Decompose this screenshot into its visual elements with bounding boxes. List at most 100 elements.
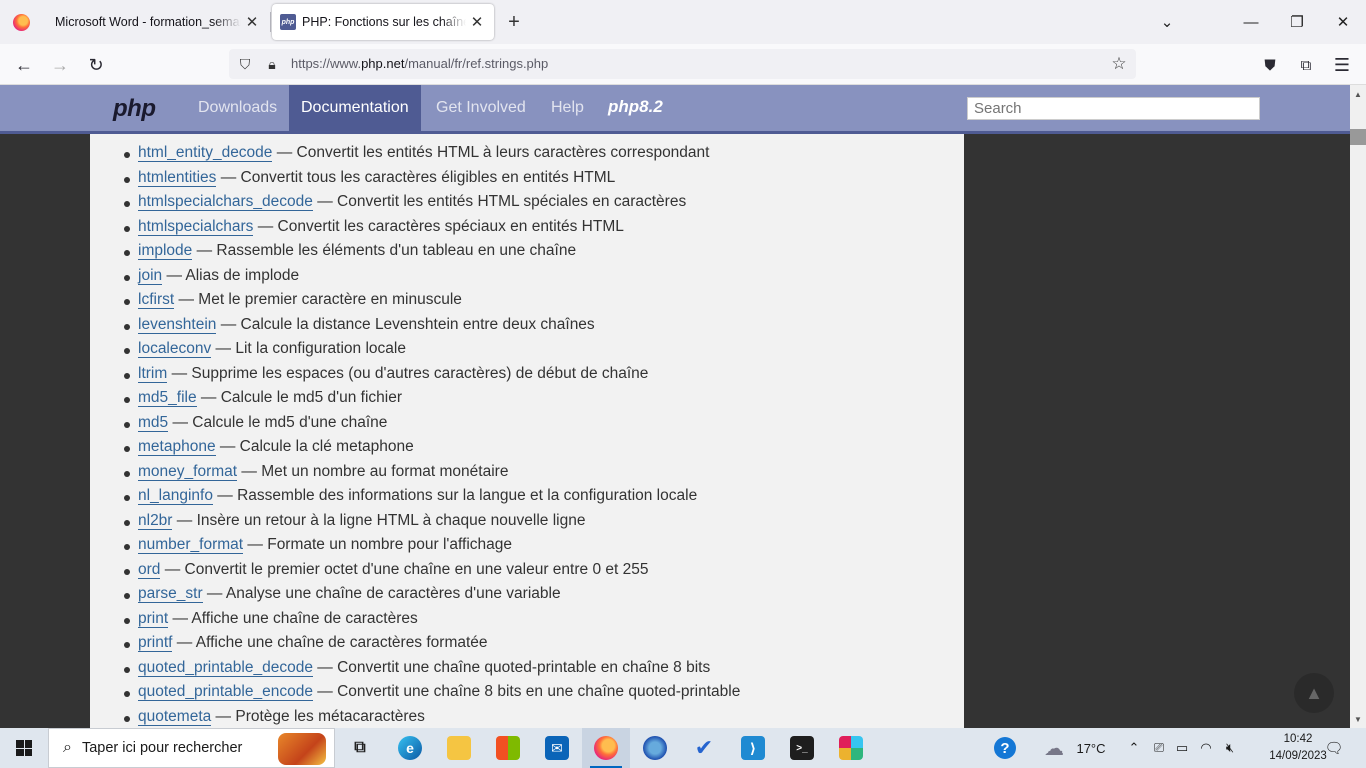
file-explorer-app[interactable] [435, 728, 483, 768]
terminal-app[interactable]: >_ [778, 728, 826, 768]
nav-help[interactable]: Help [539, 85, 596, 131]
function-link[interactable]: md5_file [138, 389, 197, 407]
function-link[interactable]: nl_langinfo [138, 487, 213, 505]
function-link[interactable]: printf [138, 634, 173, 652]
wifi-icon[interactable]: ◠ [1196, 728, 1216, 768]
windows-taskbar: ⌕ Taper ici pour rechercher ⧉ e ✉ ✔ ⟩ >_… [0, 728, 1366, 768]
list-item: quotemeta — Protège les métacaractères [90, 705, 964, 729]
minimize-button[interactable]: — [1228, 0, 1274, 44]
vertical-scrollbar[interactable]: ▲ ▼ [1350, 85, 1366, 728]
close-window-button[interactable]: ✕ [1320, 0, 1366, 44]
chevron-up-icon[interactable]: ⌃ [1126, 728, 1142, 768]
extensions-icon[interactable]: ⧉ [1291, 50, 1321, 80]
firefox-menu-button[interactable] [0, 0, 42, 44]
list-item: quoted_printable_encode — Convertit une … [90, 680, 964, 705]
clock[interactable]: 10:42 14/09/2023 [1268, 731, 1328, 765]
browser-navbar: ← → ↻ ⛉ 🔒︎ https://www.php.net/manual/fr… [0, 44, 1366, 85]
function-description: — Protège les métacaractères [211, 707, 425, 725]
function-link[interactable]: quoted_printable_encode [138, 683, 313, 701]
list-item: print — Affiche une chaîne de caractères [90, 607, 964, 632]
weather-cloud-icon[interactable]: ☁ [1038, 728, 1070, 768]
list-item: levenshtein — Calcule la distance Levens… [90, 313, 964, 338]
pocket-icon[interactable]: ⛊ [1255, 50, 1285, 80]
help-icon[interactable]: ? [990, 728, 1020, 768]
function-link[interactable]: md5 [138, 413, 169, 432]
scroll-to-top-button[interactable]: ▲ [1294, 673, 1334, 713]
function-description: — Rassemble les éléments d'un tableau en… [192, 242, 577, 259]
function-description: — Rassemble des informations sur la lang… [212, 487, 698, 504]
scrollbar-thumb[interactable] [1350, 129, 1366, 145]
function-link[interactable]: number_format [138, 536, 244, 554]
list-item: ltrim — Supprime les espaces (ou d'autre… [90, 362, 964, 387]
close-icon[interactable]: ✕ [241, 11, 263, 33]
function-link[interactable]: ltrim [138, 364, 168, 383]
firefox-dev-app[interactable] [631, 728, 679, 768]
back-arrow-icon[interactable]: ← [9, 50, 39, 80]
weather-temperature[interactable]: 17°C [1071, 728, 1111, 768]
function-link[interactable]: htmlspecialchars [138, 217, 254, 236]
start-button[interactable] [0, 728, 48, 768]
mail-app[interactable]: ✉ [533, 728, 581, 768]
function-description: — Insère un retour à la ligne HTML à cha… [172, 511, 586, 529]
function-link[interactable]: ord [138, 560, 161, 579]
function-link[interactable]: join [138, 266, 163, 285]
function-link[interactable]: money_format [138, 462, 238, 481]
shield-icon[interactable]: ⛉ [235, 54, 255, 74]
nav-documentation[interactable]: Documentation [289, 85, 421, 131]
store-app[interactable] [484, 728, 532, 768]
url-bar[interactable]: ⛉ 🔒︎ https://www.php.net/manual/fr/ref.s… [229, 49, 1136, 79]
function-link[interactable]: html_entity_decode [138, 144, 273, 162]
nav-get-involved[interactable]: Get Involved [424, 85, 538, 131]
url-text[interactable]: https://www.php.net/manual/fr/ref.string… [291, 56, 548, 71]
function-link[interactable]: quoted_printable_decode [138, 658, 313, 677]
function-link[interactable]: htmlentities [138, 168, 217, 187]
firefox-app[interactable] [582, 728, 630, 768]
function-description: — Calcule la clé metaphone [215, 438, 414, 455]
bookmark-star-icon[interactable]: ☆ [1109, 54, 1129, 74]
list-tabs-chevron-down-icon[interactable]: ⌄ [1144, 0, 1190, 44]
restore-button[interactable]: ❐ [1274, 0, 1320, 44]
function-description: — Met un nombre au format monétaire [237, 462, 509, 480]
function-description: — Calcule le md5 d'un fichier [196, 389, 403, 406]
notifications-icon[interactable]: 🗨︎ [1322, 728, 1346, 768]
lock-icon[interactable]: 🔒︎ [262, 54, 282, 74]
task-view-button[interactable]: ⧉ [336, 728, 384, 768]
vscode-app[interactable]: ⟩ [729, 728, 777, 768]
taskbar-search-box[interactable]: ⌕ Taper ici pour rechercher [48, 728, 335, 768]
function-link[interactable]: implode [138, 242, 193, 260]
php-logo[interactable]: php [113, 95, 156, 123]
scroll-down-arrow-icon[interactable]: ▼ [1350, 712, 1366, 726]
search-input[interactable] [967, 97, 1260, 120]
slack-app[interactable] [827, 728, 875, 768]
hamburger-menu-icon[interactable]: ☰ [1327, 50, 1357, 80]
function-link[interactable]: levenshtein [138, 315, 217, 334]
close-icon[interactable]: ✕ [466, 11, 488, 33]
php-version-logo[interactable]: php8.2 [608, 97, 663, 117]
meet-now-icon[interactable]: ⎚ [1150, 728, 1168, 768]
list-item: md5_file — Calcule le md5 d'un fichier [90, 386, 964, 411]
new-tab-button[interactable]: + [502, 10, 526, 34]
function-description: — Calcule le md5 d'une chaîne [168, 413, 388, 431]
function-link[interactable]: quotemeta [138, 707, 212, 726]
forward-arrow-icon[interactable]: → [45, 50, 75, 80]
function-link[interactable]: lcfirst [138, 291, 175, 309]
tab-word[interactable]: Microsoft Word - formation_semaine ✕ [43, 4, 269, 40]
battery-icon[interactable]: ▭ [1172, 728, 1192, 768]
tab-php[interactable]: php PHP: Fonctions sur les chaînes de ca… [272, 4, 494, 40]
list-item: nl2br — Insère un retour à la ligne HTML… [90, 509, 964, 534]
edge-app[interactable]: e [386, 728, 434, 768]
function-link[interactable]: nl2br [138, 511, 173, 530]
function-link[interactable]: parse_str [138, 585, 203, 603]
function-link[interactable]: print [138, 609, 169, 628]
todo-app[interactable]: ✔ [680, 728, 728, 768]
scroll-up-arrow-icon[interactable]: ▲ [1350, 87, 1366, 101]
function-link[interactable]: htmlspecialchars_decode [138, 193, 313, 211]
volume-muted-icon[interactable]: 🔇︎ [1220, 728, 1240, 768]
main-content: html_entity_decode — Convertit les entit… [90, 134, 964, 728]
nav-downloads[interactable]: Downloads [186, 85, 289, 131]
reload-icon[interactable]: ↻ [81, 50, 111, 80]
list-item: lcfirst — Met le premier caractère en mi… [90, 288, 964, 313]
function-link[interactable]: localeconv [138, 340, 212, 358]
windows-logo-icon [16, 740, 32, 756]
function-link[interactable]: metaphone [138, 438, 216, 456]
